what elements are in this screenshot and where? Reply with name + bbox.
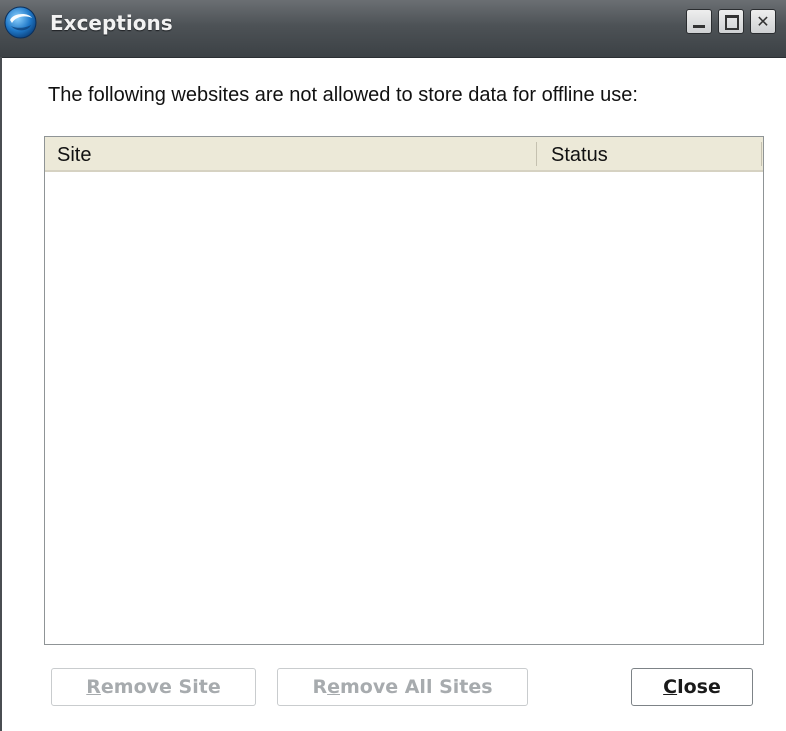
column-header-status[interactable]: Status (551, 137, 608, 170)
opera-logo-icon (4, 6, 37, 39)
exceptions-dialog: Exceptions ✕ The following websites are … (0, 0, 786, 731)
accelerator-key: C (663, 676, 678, 698)
close-button[interactable]: Close (631, 668, 753, 706)
accelerator-key: e (327, 676, 340, 698)
window-title: Exceptions (50, 11, 173, 35)
column-divider[interactable] (536, 142, 537, 166)
column-header-site[interactable]: Site (57, 137, 91, 170)
list-header: Site Status (45, 137, 763, 172)
close-window-button[interactable]: ✕ (750, 9, 776, 34)
button-label-prefix: R (312, 676, 328, 698)
maximize-icon (725, 15, 739, 30)
dialog-description: The following websites are not allowed t… (48, 84, 638, 106)
exceptions-list[interactable]: Site Status (44, 136, 764, 645)
maximize-button[interactable] (718, 9, 744, 34)
accelerator-key: R (86, 676, 101, 698)
column-divider[interactable] (761, 142, 762, 166)
button-label: move All Sites (339, 676, 493, 698)
close-icon: ✕ (756, 12, 770, 31)
remove-all-sites-button[interactable]: Remove All Sites (277, 668, 528, 706)
window-left-border (0, 57, 2, 731)
list-body[interactable] (45, 172, 763, 644)
minimize-button[interactable] (686, 9, 712, 34)
title-bar[interactable]: Exceptions ✕ (0, 0, 786, 58)
button-label: emove Site (100, 676, 221, 698)
button-label: lose (677, 676, 721, 698)
minimize-icon (693, 25, 705, 28)
remove-site-button[interactable]: Remove Site (51, 668, 256, 706)
